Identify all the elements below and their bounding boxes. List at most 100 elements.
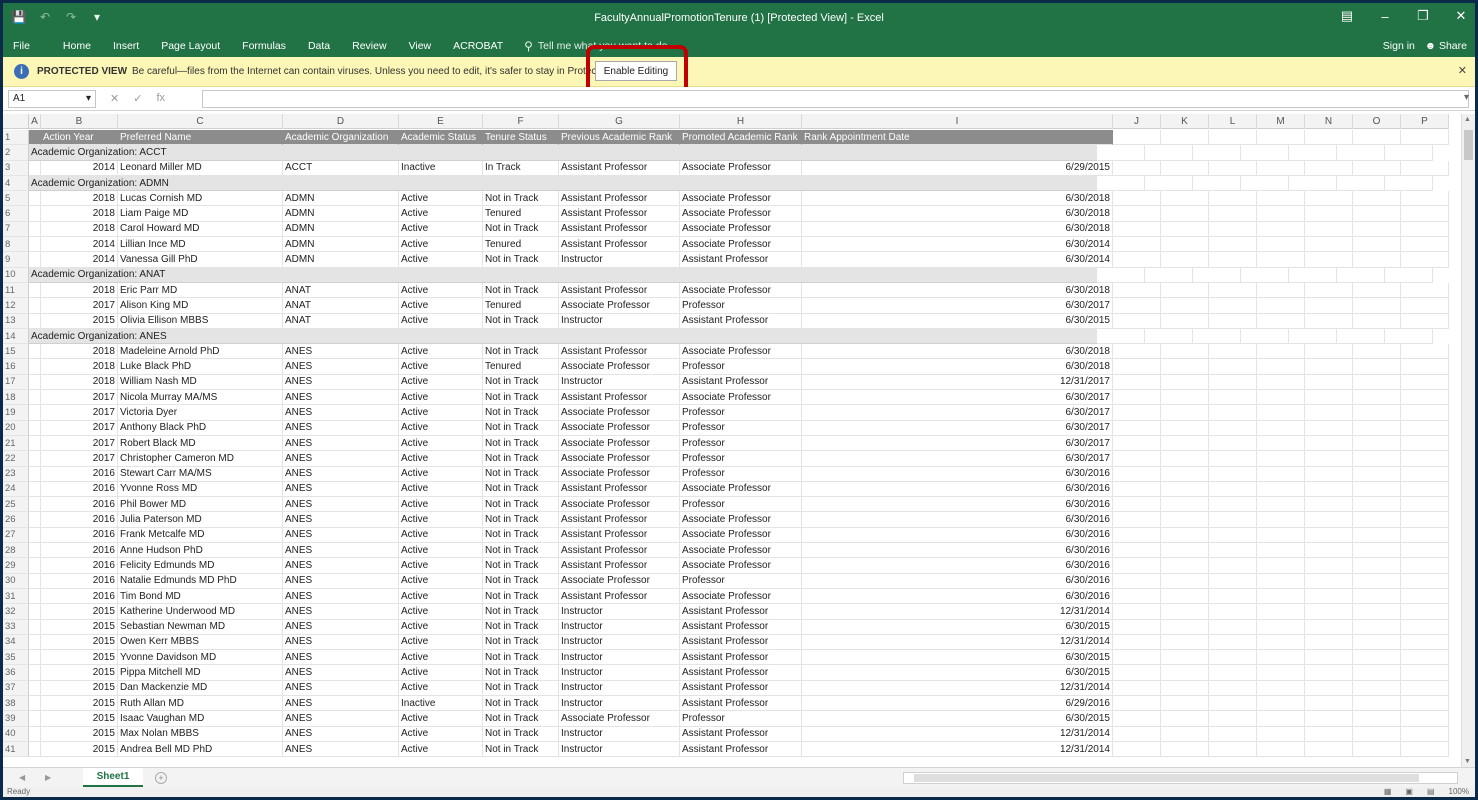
- table-cell[interactable]: [29, 680, 41, 696]
- table-cell[interactable]: [1305, 558, 1353, 574]
- table-cell[interactable]: Not in Track: [483, 558, 559, 574]
- row-number[interactable]: 34: [3, 634, 29, 651]
- table-cell[interactable]: [29, 344, 41, 360]
- table-cell[interactable]: 6/30/2016: [802, 573, 1113, 589]
- table-cell[interactable]: [1209, 726, 1257, 742]
- table-cell[interactable]: [1209, 650, 1257, 666]
- table-cell[interactable]: Nicola Murray MA/MS: [118, 390, 283, 406]
- table-cell[interactable]: 2015: [41, 741, 118, 758]
- table-cell[interactable]: Associate Professor: [559, 573, 680, 589]
- table-cell[interactable]: Felicity Edmunds MD: [118, 558, 283, 574]
- table-cell[interactable]: 6/30/2016: [802, 558, 1113, 574]
- table-cell[interactable]: [29, 390, 41, 406]
- column-header[interactable]: P: [1401, 114, 1449, 129]
- table-cell[interactable]: [1353, 604, 1401, 620]
- ribbon-display-options-icon[interactable]: ▤: [1339, 7, 1355, 25]
- table-cell[interactable]: [1145, 328, 1193, 345]
- row-number[interactable]: 3: [3, 160, 29, 176]
- table-cell[interactable]: [1257, 558, 1305, 574]
- table-cell[interactable]: 2017: [41, 390, 118, 406]
- table-cell[interactable]: [1209, 665, 1257, 681]
- table-cell[interactable]: Madeleine Arnold PhD: [118, 344, 283, 360]
- scroll-down-icon[interactable]: ▼: [1464, 758, 1471, 765]
- table-cell[interactable]: [1353, 726, 1401, 742]
- table-cell[interactable]: [1209, 527, 1257, 544]
- table-cell[interactable]: 12/31/2014: [802, 741, 1113, 758]
- table-cell[interactable]: 6/29/2015: [802, 160, 1113, 176]
- column-header[interactable]: K: [1161, 114, 1209, 129]
- table-cell[interactable]: [1257, 405, 1305, 421]
- select-all-corner[interactable]: [3, 114, 29, 129]
- column-label[interactable]: Previous Academic Rank: [559, 130, 680, 146]
- table-cell[interactable]: [29, 726, 41, 742]
- table-cell[interactable]: [1353, 695, 1401, 712]
- table-cell[interactable]: Tenured: [483, 359, 559, 375]
- table-cell[interactable]: [1161, 298, 1209, 314]
- table-cell[interactable]: [1161, 435, 1209, 452]
- table-cell[interactable]: 2015: [41, 695, 118, 712]
- row-number[interactable]: 40: [3, 726, 29, 742]
- table-cell[interactable]: [1305, 405, 1353, 421]
- table-cell[interactable]: Leonard Miller MD: [118, 160, 283, 176]
- table-cell[interactable]: 2016: [41, 573, 118, 589]
- table-cell[interactable]: [1353, 359, 1401, 375]
- row-number[interactable]: 29: [3, 558, 29, 574]
- minimize-icon[interactable]: –: [1377, 7, 1393, 25]
- table-cell[interactable]: [1257, 634, 1305, 651]
- table-cell[interactable]: 12/31/2014: [802, 634, 1113, 651]
- table-cell[interactable]: ANES: [283, 711, 399, 727]
- table-cell[interactable]: Not in Track: [483, 573, 559, 589]
- table-cell[interactable]: [1353, 481, 1401, 498]
- sign-in-link[interactable]: Sign in: [1383, 40, 1415, 52]
- table-cell[interactable]: [1257, 160, 1305, 176]
- table-cell[interactable]: Not in Track: [483, 680, 559, 696]
- table-cell[interactable]: Associate Professor: [680, 221, 802, 238]
- table-cell[interactable]: Professor: [680, 466, 802, 482]
- table-cell[interactable]: [1305, 390, 1353, 406]
- table-cell[interactable]: Instructor: [559, 741, 680, 758]
- row-number[interactable]: 8: [3, 237, 29, 253]
- table-cell[interactable]: 2015: [41, 680, 118, 696]
- check-icon[interactable]: ✓: [133, 92, 142, 105]
- table-cell[interactable]: [1209, 512, 1257, 528]
- row-number[interactable]: 24: [3, 481, 29, 498]
- table-cell[interactable]: 2016: [41, 527, 118, 544]
- table-cell[interactable]: [1385, 328, 1433, 345]
- table-cell[interactable]: [1305, 573, 1353, 589]
- table-cell[interactable]: [1257, 451, 1305, 467]
- table-cell[interactable]: [29, 512, 41, 528]
- table-cell[interactable]: [1161, 390, 1209, 406]
- table-cell[interactable]: 6/30/2014: [802, 237, 1113, 253]
- table-cell[interactable]: 6/30/2016: [802, 588, 1113, 605]
- sheet-tab-sheet1[interactable]: Sheet1: [83, 768, 143, 787]
- table-cell[interactable]: [1257, 359, 1305, 375]
- table-cell[interactable]: [1241, 145, 1289, 161]
- table-cell[interactable]: [29, 665, 41, 681]
- table-cell[interactable]: [1209, 237, 1257, 253]
- table-cell[interactable]: [1209, 282, 1257, 299]
- table-cell[interactable]: Assistant Professor: [559, 558, 680, 574]
- sheet-next-icon[interactable]: ▶: [45, 773, 55, 782]
- table-cell[interactable]: Max Nolan MBBS: [118, 726, 283, 742]
- table-cell[interactable]: ANES: [283, 527, 399, 544]
- table-cell[interactable]: [1161, 634, 1209, 651]
- table-cell[interactable]: [29, 711, 41, 727]
- tab-view[interactable]: View: [398, 35, 443, 57]
- table-cell[interactable]: [1305, 527, 1353, 544]
- table-cell[interactable]: Alison King MD: [118, 298, 283, 314]
- table-cell[interactable]: [1385, 267, 1433, 283]
- table-cell[interactable]: [1401, 252, 1449, 268]
- scroll-thumb[interactable]: [1464, 130, 1473, 160]
- table-cell[interactable]: Vanessa Gill PhD: [118, 252, 283, 268]
- table-cell[interactable]: In Track: [483, 160, 559, 176]
- table-cell[interactable]: ANES: [283, 650, 399, 666]
- table-cell[interactable]: Active: [399, 680, 483, 696]
- table-cell[interactable]: [1401, 680, 1449, 696]
- table-cell[interactable]: [1353, 160, 1401, 176]
- table-cell[interactable]: Assistant Professor: [559, 390, 680, 406]
- table-cell[interactable]: Associate Professor: [559, 405, 680, 421]
- table-cell[interactable]: [1209, 634, 1257, 651]
- table-cell[interactable]: [1161, 543, 1209, 559]
- table-cell[interactable]: [1257, 481, 1305, 498]
- table-cell[interactable]: Phil Bower MD: [118, 497, 283, 513]
